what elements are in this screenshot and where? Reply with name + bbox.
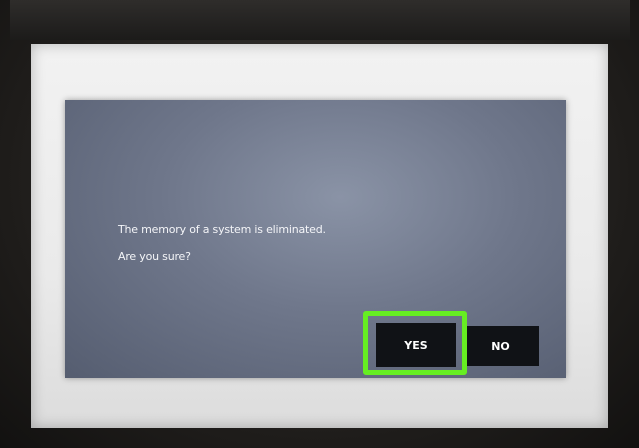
no-button[interactable]: NO — [462, 326, 539, 366]
dialog-message: The memory of a system is eliminated. — [118, 223, 326, 236]
yes-button-highlight — [363, 311, 467, 375]
dialog-question: Are you sure? — [118, 250, 191, 263]
bezel-top-edge — [10, 0, 630, 40]
